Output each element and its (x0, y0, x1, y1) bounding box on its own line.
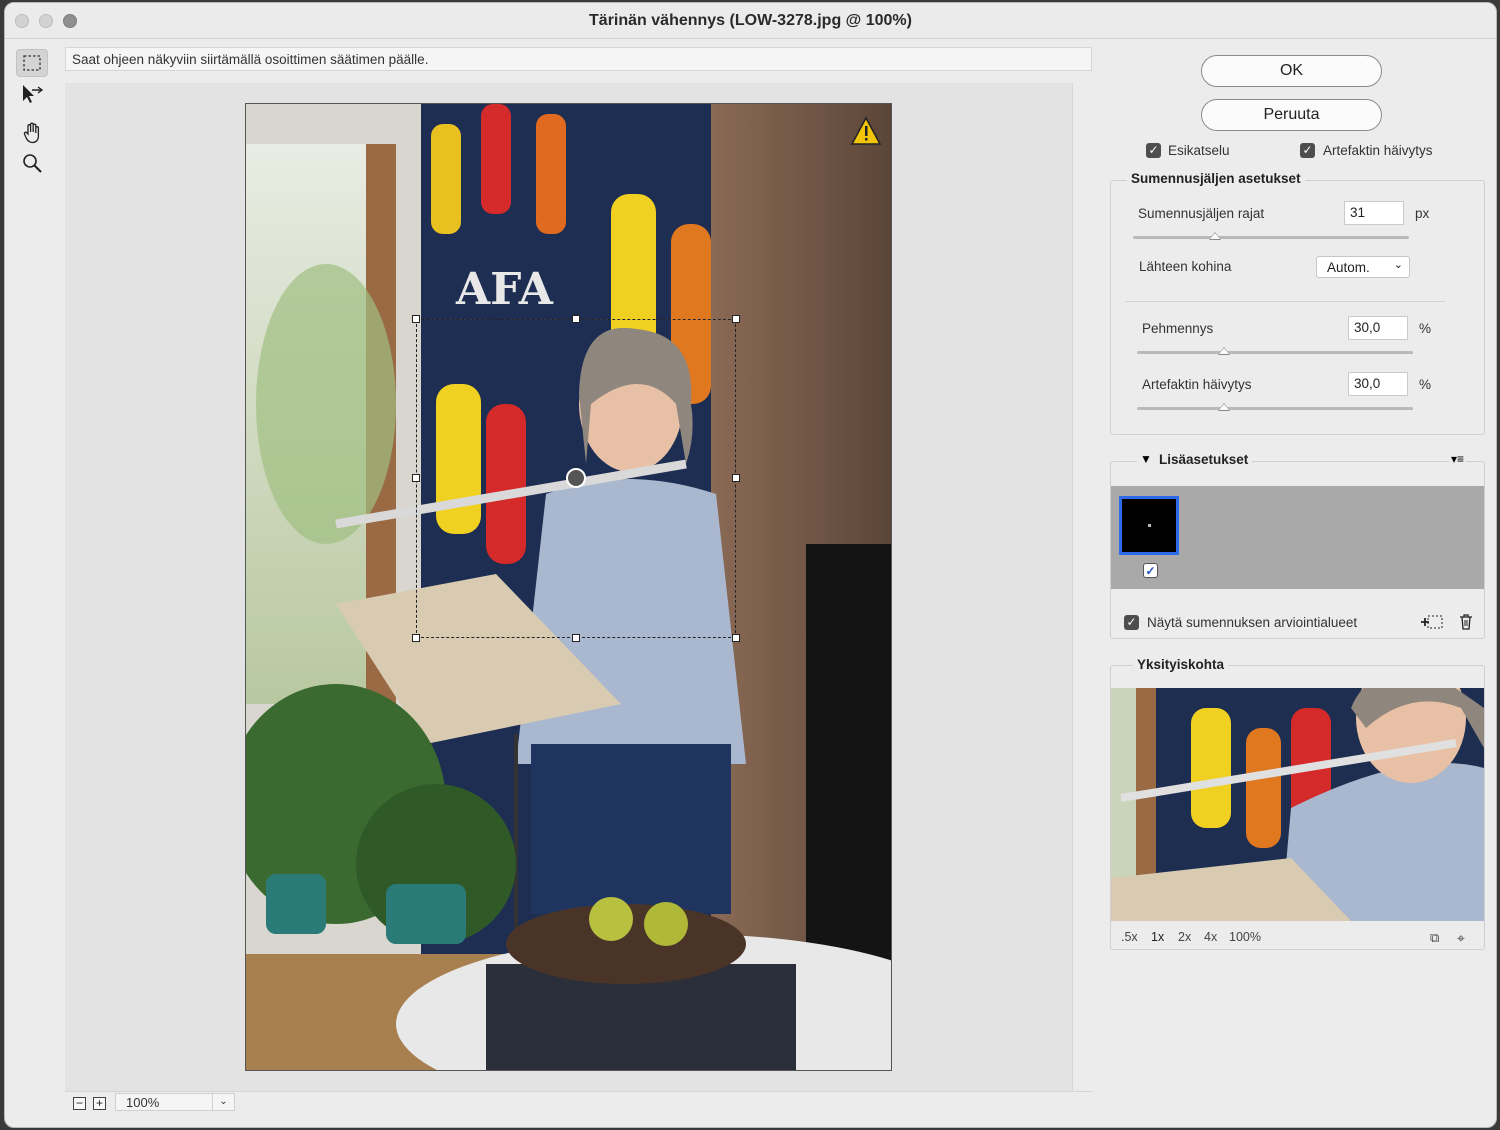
cancel-button[interactable]: Peruuta (1201, 99, 1382, 131)
region-handle[interactable] (572, 634, 580, 642)
trace-enabled-checkbox[interactable]: ✓ (1143, 563, 1158, 578)
region-handle[interactable] (732, 634, 740, 642)
settings-panel: OK Peruuta ✓ Esikatselu ✓ Artefaktin häi… (1101, 43, 1496, 1123)
artifact-strength-slider[interactable] (1137, 407, 1413, 410)
tool-column (5, 41, 63, 1127)
title-bar: Tärinän vähennys (LOW-3278.jpg @ 100%) (5, 3, 1496, 39)
detail-zoom-100[interactable]: 100% (1229, 930, 1261, 944)
disclosure-triangle-icon[interactable]: ▼ (1137, 452, 1155, 466)
dialog-window: Tärinän vähennys (LOW-3278.jpg @ 100%) S… (4, 2, 1497, 1128)
undock-icon[interactable]: ⧉ (1430, 930, 1439, 946)
show-regions-checkbox[interactable]: ✓ (1124, 615, 1139, 630)
artifact-strength-unit: % (1419, 377, 1432, 392)
pointer-arrow-icon (23, 85, 44, 103)
smooth-slider-thumb[interactable] (1218, 347, 1230, 355)
detail-zoom-bar: .5x 1x 2x 4x 100% ⧉ ⌖ (1121, 930, 1481, 946)
detail-zoom-half[interactable]: .5x (1121, 930, 1138, 944)
region-handle[interactable] (412, 474, 420, 482)
preview-canvas[interactable]: AFA (65, 83, 1073, 1091)
window-title: Tärinän vähennys (LOW-3278.jpg @ 100%) (589, 12, 912, 29)
detail-header: Yksityiskohta (1133, 657, 1229, 672)
smooth-slider[interactable] (1137, 351, 1413, 354)
artifact-strength-label: Artefaktin häivytys (1142, 377, 1252, 392)
detail-zoom-1x[interactable]: 1x (1151, 930, 1164, 944)
zoom-select[interactable]: 100% ⌄ (115, 1093, 235, 1111)
blur-trace-list: ✓ (1111, 486, 1484, 589)
chevron-down-icon: ⌄ (1393, 259, 1403, 271)
artifact-strength-slider-thumb[interactable] (1218, 403, 1230, 411)
region-handle[interactable] (732, 474, 740, 482)
trace-settings-header: Sumennusjäljen asetukset (1127, 171, 1305, 186)
region-handle[interactable] (732, 315, 740, 323)
bounds-unit: px (1415, 206, 1430, 221)
trash-icon[interactable] (1459, 614, 1473, 635)
region-handle[interactable] (572, 315, 580, 323)
chevron-down-icon: ⌄ (212, 1094, 234, 1110)
noise-value: Autom. (1327, 260, 1370, 275)
bounds-slider[interactable] (1133, 236, 1409, 239)
preview-checkbox[interactable]: ✓ (1146, 143, 1161, 158)
hint-bar: Saat ohjeen näkyviin siirtämällä osoitti… (65, 47, 1092, 71)
hand-icon (23, 122, 40, 144)
artifact-checkbox[interactable]: ✓ (1300, 143, 1315, 158)
bounds-label: Sumennusjäljen rajat (1138, 206, 1265, 221)
region-center-pin[interactable] (566, 468, 586, 488)
blur-trace-region[interactable] (412, 315, 740, 642)
detail-zoom-4x[interactable]: 4x (1204, 930, 1217, 944)
region-handle[interactable] (412, 634, 420, 642)
direct-select-tool[interactable] (16, 79, 48, 107)
marquee-icon (23, 55, 41, 71)
hand-tool[interactable] (16, 119, 48, 147)
region-handle[interactable] (412, 315, 420, 323)
preview-label: Esikatselu (1168, 143, 1230, 158)
detail-loupe[interactable] (1111, 688, 1484, 921)
magnifier-icon (23, 154, 42, 173)
zoom-out-button[interactable]: − (73, 1097, 86, 1110)
zoom-value: 100% (126, 1095, 160, 1110)
add-trace-icon[interactable] (1419, 613, 1445, 636)
zoom-in-button[interactable]: + (93, 1097, 106, 1110)
crosshair-icon[interactable]: ⌖ (1457, 930, 1465, 947)
panel-menu-icon[interactable]: ▾≡ (1449, 452, 1467, 466)
bounds-slider-thumb[interactable] (1209, 232, 1221, 240)
artifact-strength-input[interactable]: 30,0 (1348, 372, 1408, 396)
blur-trace-thumbnail[interactable] (1119, 496, 1179, 555)
smooth-unit: % (1419, 321, 1432, 336)
zoom-bar: − + 100% ⌄ (65, 1091, 1093, 1113)
show-regions-label: Näytä sumennuksen arviointialueet (1147, 615, 1358, 630)
smooth-label: Pehmennys (1142, 321, 1214, 336)
bounds-input[interactable]: 31 (1344, 201, 1404, 225)
noise-select[interactable]: Autom. ⌄ (1316, 256, 1410, 278)
divider (1125, 301, 1445, 302)
ok-button[interactable]: OK (1201, 55, 1382, 87)
artifact-label: Artefaktin häivytys (1323, 143, 1433, 158)
noise-label: Lähteen kohina (1139, 259, 1232, 274)
detail-zoom-2x[interactable]: 2x (1178, 930, 1191, 944)
detail-preview-image (1111, 688, 1484, 921)
advanced-header: Lisäasetukset (1155, 452, 1253, 467)
marquee-tool[interactable] (16, 49, 48, 77)
smooth-input[interactable]: 30,0 (1348, 316, 1408, 340)
svg-text:AFA: AFA (455, 264, 554, 315)
trace-dot (1148, 524, 1151, 527)
zoom-tool[interactable] (16, 149, 48, 177)
